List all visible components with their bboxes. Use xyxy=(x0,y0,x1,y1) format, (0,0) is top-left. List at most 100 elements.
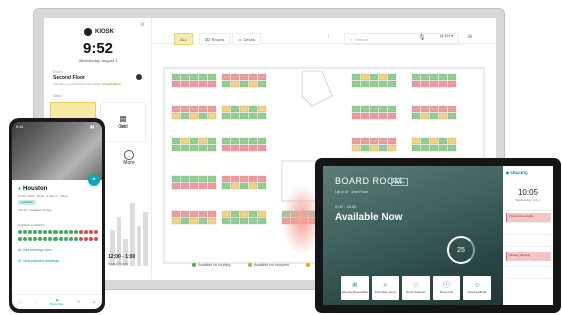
desk[interactable] xyxy=(378,144,388,152)
filter-all-button[interactable]: ALL xyxy=(174,33,194,45)
desk[interactable] xyxy=(198,210,208,218)
desk[interactable] xyxy=(207,112,217,120)
feedback-button[interactable]: ☺ Give Feedback xyxy=(463,276,491,300)
desk[interactable] xyxy=(257,112,267,120)
nav-item-home[interactable]: ▢ xyxy=(19,300,22,304)
desk[interactable] xyxy=(369,105,379,113)
desk[interactable] xyxy=(189,105,199,113)
desk[interactable] xyxy=(189,137,199,145)
desk[interactable] xyxy=(351,144,361,152)
desk[interactable] xyxy=(429,144,439,152)
desk[interactable] xyxy=(387,137,397,145)
desk[interactable] xyxy=(447,112,457,120)
desk[interactable] xyxy=(257,182,267,190)
desk[interactable] xyxy=(429,80,439,88)
desk[interactable] xyxy=(378,137,388,145)
desk[interactable] xyxy=(239,210,249,218)
desk[interactable] xyxy=(257,80,267,88)
desk[interactable] xyxy=(180,144,190,152)
view-option-grid[interactable]: ⊞ Grid xyxy=(100,102,146,142)
desk[interactable] xyxy=(171,73,181,81)
desk[interactable] xyxy=(257,137,267,145)
desk[interactable] xyxy=(239,137,249,145)
desk[interactable] xyxy=(221,210,231,218)
desk[interactable] xyxy=(180,217,190,225)
nav-item-book-map[interactable]: ▦ Book Map xyxy=(50,298,64,306)
desk[interactable] xyxy=(257,217,267,225)
desk[interactable] xyxy=(180,80,190,88)
desk[interactable] xyxy=(230,80,240,88)
desk[interactable] xyxy=(180,137,190,145)
desk[interactable] xyxy=(248,182,258,190)
desk[interactable] xyxy=(198,182,208,190)
desk[interactable] xyxy=(189,210,199,218)
desk[interactable] xyxy=(420,80,430,88)
nav-item-profile[interactable]: ● xyxy=(93,300,95,304)
desk[interactable] xyxy=(420,137,430,145)
desk[interactable] xyxy=(198,105,208,113)
desk[interactable] xyxy=(411,144,421,152)
desk[interactable] xyxy=(198,175,208,183)
desk[interactable] xyxy=(438,137,448,145)
map-pin-button[interactable]: ⌖ xyxy=(88,174,100,186)
floor-name[interactable]: Second Floor xyxy=(53,75,85,81)
desk[interactable] xyxy=(230,175,240,183)
desk[interactable] xyxy=(447,80,457,88)
desk[interactable] xyxy=(248,144,258,152)
desk[interactable] xyxy=(257,105,267,113)
desk[interactable] xyxy=(198,80,208,88)
desk[interactable] xyxy=(360,80,370,88)
desk[interactable] xyxy=(239,175,249,183)
desk[interactable] xyxy=(411,105,421,113)
desk[interactable] xyxy=(189,175,199,183)
desk[interactable] xyxy=(230,112,240,120)
desk[interactable] xyxy=(171,210,181,218)
filter-rooms-button[interactable]: ⌧ Rooms xyxy=(199,33,231,45)
desk[interactable] xyxy=(221,73,231,81)
desk[interactable] xyxy=(351,80,361,88)
desk[interactable] xyxy=(189,112,199,120)
desk[interactable] xyxy=(207,80,217,88)
desk[interactable] xyxy=(207,137,217,145)
filter-desks-button[interactable]: ▭ Desks xyxy=(232,33,261,45)
desk[interactable] xyxy=(411,80,421,88)
desk[interactable] xyxy=(387,73,397,81)
desk[interactable] xyxy=(189,217,199,225)
add-meeting-room-link[interactable]: ⊕ Add meeting room xyxy=(18,248,52,252)
desk[interactable] xyxy=(189,182,199,190)
desk[interactable] xyxy=(171,175,181,183)
desk[interactable] xyxy=(447,73,457,81)
desk[interactable] xyxy=(420,73,430,81)
desk[interactable] xyxy=(171,217,181,225)
desk[interactable] xyxy=(378,80,388,88)
desk[interactable] xyxy=(180,73,190,81)
desk[interactable] xyxy=(198,144,208,152)
desk[interactable] xyxy=(369,137,379,145)
desk[interactable] xyxy=(351,112,361,120)
desk[interactable] xyxy=(447,105,457,113)
desk[interactable] xyxy=(171,144,181,152)
desk[interactable] xyxy=(180,112,190,120)
desk[interactable] xyxy=(171,80,181,88)
desk[interactable] xyxy=(420,105,430,113)
desk[interactable] xyxy=(257,73,267,81)
nav-item-list[interactable]: ☰ xyxy=(77,300,80,304)
desk[interactable] xyxy=(429,137,439,145)
desk[interactable] xyxy=(248,105,258,113)
desk[interactable] xyxy=(221,80,231,88)
filter-settings-icon[interactable]: ⫶ xyxy=(328,34,330,41)
desk[interactable] xyxy=(198,137,208,145)
desk[interactable] xyxy=(438,105,448,113)
desk[interactable] xyxy=(239,144,249,152)
desk[interactable] xyxy=(369,112,379,120)
desk[interactable] xyxy=(351,105,361,113)
desk[interactable] xyxy=(189,80,199,88)
desk[interactable] xyxy=(438,80,448,88)
desk[interactable] xyxy=(221,182,231,190)
desk[interactable] xyxy=(420,112,430,120)
desk[interactable] xyxy=(429,105,439,113)
desk[interactable] xyxy=(207,210,217,218)
desk[interactable] xyxy=(248,210,258,218)
desk[interactable] xyxy=(387,112,397,120)
desk[interactable] xyxy=(378,73,388,81)
